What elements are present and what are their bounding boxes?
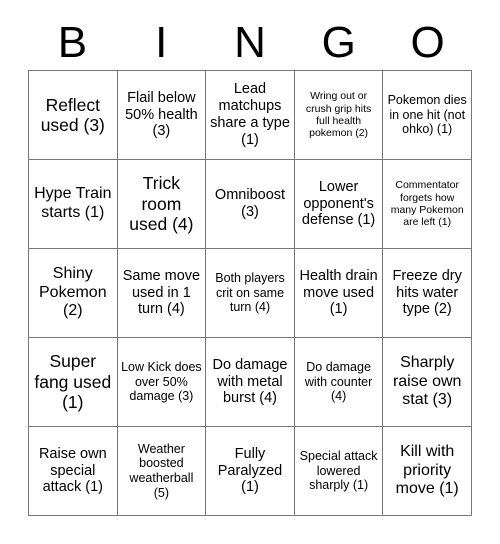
bingo-cell-label: Super fang used (1)	[34, 351, 112, 413]
bingo-cell-label: Kill with priority move (1)	[395, 442, 459, 498]
bingo-cell-label: Both players crit on same turn (4)	[215, 271, 285, 315]
bingo-cell[interactable]: Fully Paralyzed (1)	[206, 427, 295, 516]
bingo-cell-label: Raise own special attack (1)	[38, 445, 107, 496]
bingo-cell-label: Commentator forgets how many Pokemon are…	[390, 179, 464, 229]
bingo-cell[interactable]: Weather boosted weatherball (5)	[117, 427, 207, 516]
bingo-cell-label: Sharply raise own stat (3)	[392, 353, 462, 409]
bingo-cell[interactable]: Trick room used (4)	[117, 160, 207, 249]
bingo-cell[interactable]: Health drain move used (1)	[294, 249, 384, 338]
bingo-cell-label: Shiny Pokemon (2)	[39, 264, 107, 320]
bingo-cell-label: Freeze dry hits water type (2)	[392, 267, 462, 318]
bingo-cell[interactable]: Hype Train starts (1)	[29, 160, 118, 249]
bingo-cell[interactable]: Super fang used (1)	[29, 338, 118, 427]
bingo-cell[interactable]: Shiny Pokemon (2)	[29, 249, 118, 338]
bingo-cell-label: Same move used in 1 turn (4)	[122, 267, 201, 318]
bingo-cell[interactable]: Both players crit on same turn (4)	[206, 249, 295, 338]
bingo-cell-label: Reflect used (3)	[40, 94, 105, 135]
bingo-cell[interactable]: Special attack lowered sharply (1)	[294, 427, 384, 516]
bingo-header: B I N G O	[28, 16, 472, 70]
bingo-cell[interactable]: Kill with priority move (1)	[383, 427, 472, 516]
bingo-cell-label: Weather boosted weatherball (5)	[129, 441, 194, 500]
bingo-cell[interactable]: Freeze dry hits water type (2)	[383, 249, 472, 338]
bingo-cell[interactable]: Raise own special attack (1)	[29, 427, 118, 516]
bingo-cell[interactable]: Do damage with metal burst (4)	[206, 338, 295, 427]
bingo-cell[interactable]: Do damage with counter (4)	[294, 338, 384, 427]
bingo-header-letter-g: G	[321, 18, 356, 67]
bingo-header-letter-n: N	[234, 18, 266, 67]
bingo-cell[interactable]: Reflect used (3)	[29, 71, 118, 160]
bingo-header-letter-b: B	[57, 18, 88, 67]
bingo-cell-label: Wring out or crush grip hits full health…	[305, 90, 372, 140]
bingo-header-letter-i: I	[155, 18, 168, 67]
bingo-cell[interactable]: Lower opponent's defense (1)	[294, 160, 384, 249]
bingo-grid: Reflect used (3) Flail below 50% health (…	[28, 70, 472, 516]
bingo-cell-label: Flail below 50% health (3)	[125, 89, 198, 140]
bingo-cell[interactable]: Flail below 50% health (3)	[117, 71, 207, 160]
bingo-cell-label: Do damage with counter (4)	[304, 360, 373, 404]
bingo-cell[interactable]: Pokemon dies in one hit (not ohko) (1)	[383, 71, 472, 160]
bingo-header-letter-o: O	[410, 18, 445, 67]
bingo-cell-label: Special attack lowered sharply (1)	[299, 449, 378, 493]
bingo-cell-label: Trick room used (4)	[129, 173, 194, 235]
bingo-cell-label: Lead matchups share a type (1)	[210, 81, 290, 148]
bingo-cell[interactable]: Same move used in 1 turn (4)	[117, 249, 207, 338]
bingo-cell-label: Do damage with metal burst (4)	[212, 356, 288, 407]
bingo-cell-label: Health drain move used (1)	[299, 267, 378, 318]
bingo-cell-label: Pokemon dies in one hit (not ohko) (1)	[387, 93, 467, 137]
bingo-cell[interactable]: Omniboost (3)	[206, 160, 295, 249]
bingo-cell-label: Low Kick does over 50% damage (3)	[121, 360, 202, 404]
bingo-cell-label: Hype Train starts (1)	[34, 185, 112, 221]
bingo-cell[interactable]: Commentator forgets how many Pokemon are…	[383, 160, 472, 249]
bingo-cell-label: Omniboost (3)	[214, 187, 286, 220]
bingo-card: B I N G O Reflect used (3) Flail below 50…	[0, 0, 500, 544]
bingo-cell[interactable]: Sharply raise own stat (3)	[383, 338, 472, 427]
bingo-cell[interactable]: Low Kick does over 50% damage (3)	[117, 338, 207, 427]
bingo-cell-label: Lower opponent's defense (1)	[301, 178, 376, 229]
bingo-cell-label: Fully Paralyzed (1)	[217, 445, 283, 496]
bingo-cell[interactable]: Lead matchups share a type (1)	[206, 71, 295, 160]
bingo-cell[interactable]: Wring out or crush grip hits full health…	[294, 71, 384, 160]
